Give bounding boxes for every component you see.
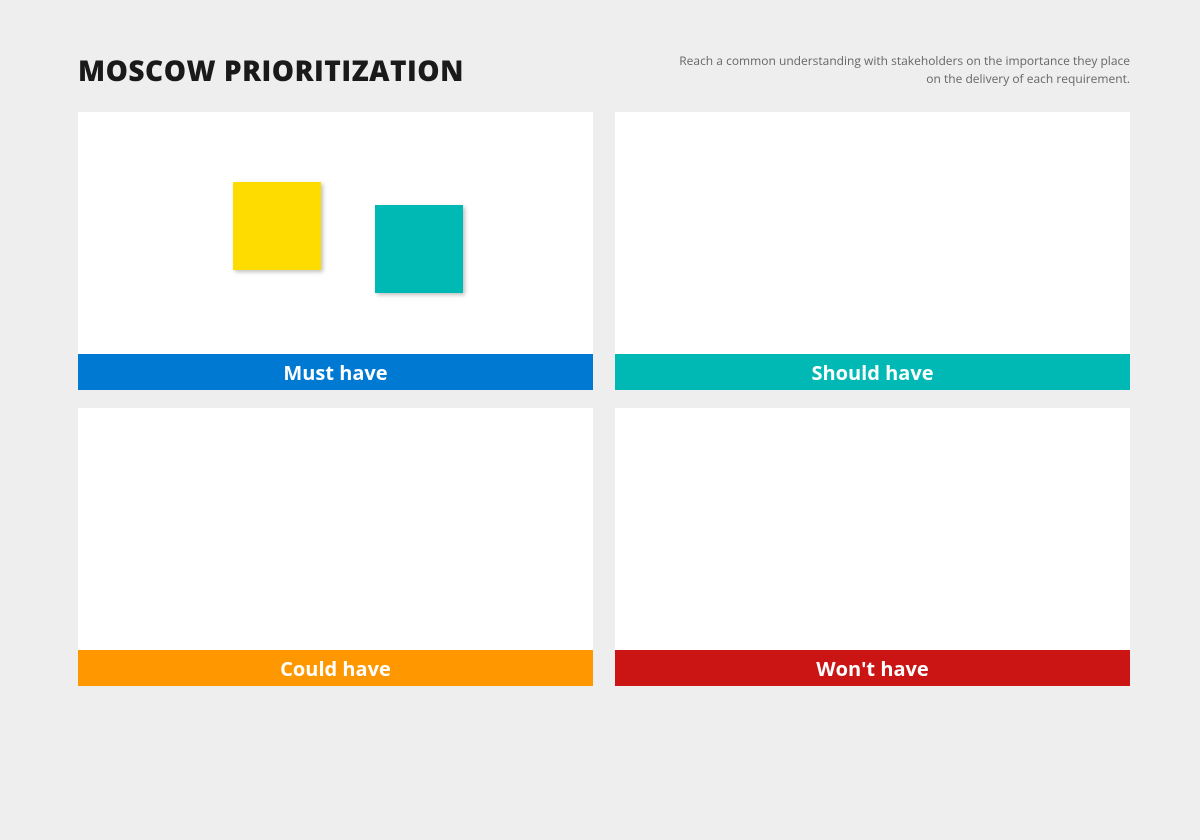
quadrant-must-have-label: Must have — [78, 354, 593, 390]
quadrant-could-have-body[interactable] — [78, 408, 593, 650]
quadrant-wont-have[interactable]: Won't have — [615, 408, 1130, 686]
quadrant-should-have[interactable]: Should have — [615, 112, 1130, 390]
sticky-note-teal[interactable] — [375, 205, 463, 293]
quadrant-wont-have-label: Won't have — [615, 650, 1130, 686]
page-subtitle: Reach a common understanding with stakeh… — [670, 52, 1130, 88]
moscow-grid: Must have Should have Could have Won't h… — [78, 112, 1130, 686]
quadrant-must-have[interactable]: Must have — [78, 112, 593, 390]
page-title: MOSCOW PRIORITIZATION — [78, 52, 464, 90]
quadrant-could-have[interactable]: Could have — [78, 408, 593, 686]
quadrant-must-have-body[interactable] — [78, 112, 593, 354]
quadrant-wont-have-body[interactable] — [615, 408, 1130, 650]
header: MOSCOW PRIORITIZATION Reach a common und… — [78, 52, 1130, 90]
quadrant-could-have-label: Could have — [78, 650, 593, 686]
quadrant-should-have-label: Should have — [615, 354, 1130, 390]
sticky-note-yellow[interactable] — [233, 182, 321, 270]
quadrant-should-have-body[interactable] — [615, 112, 1130, 354]
